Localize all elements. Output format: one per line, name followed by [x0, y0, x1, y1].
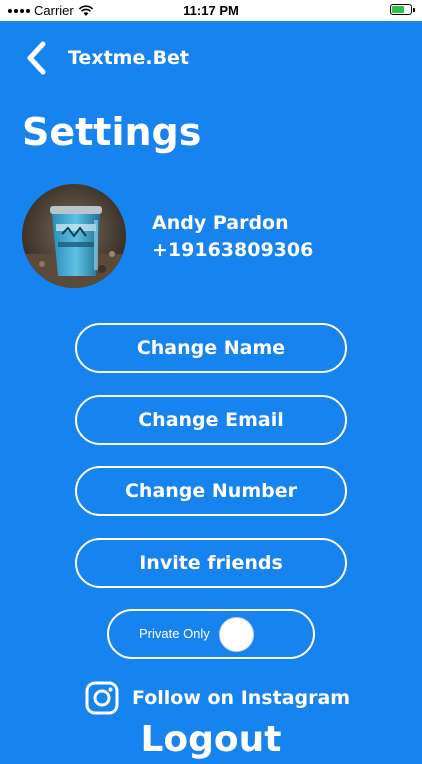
chevron-left-icon[interactable] [24, 40, 50, 76]
status-bar: Carrier 11:17 PM [0, 0, 422, 21]
change-number-button[interactable]: Change Number [75, 466, 347, 516]
avatar-photo [22, 184, 126, 288]
user-name: Andy Pardon [152, 212, 289, 234]
invite-friends-button[interactable]: Invite friends [75, 538, 347, 588]
page-title: Settings [22, 110, 202, 154]
private-only-label: Private Only [139, 626, 210, 641]
nav-title: Textme.Bet [68, 47, 190, 69]
user-phone: +19163809306 [152, 239, 314, 261]
private-only-toggle[interactable]: Private Only [107, 609, 315, 659]
instagram-icon [85, 681, 119, 715]
logout-button[interactable]: Logout [0, 716, 422, 764]
navigation-bar: Textme.Bet [24, 40, 189, 76]
instagram-label: Follow on Instagram [132, 687, 351, 709]
battery-icon [390, 4, 415, 15]
follow-instagram-link[interactable]: Follow on Instagram [85, 680, 350, 716]
user-info: Andy Pardon +19163809306 [152, 210, 313, 264]
avatar[interactable] [22, 184, 126, 288]
change-email-button[interactable]: Change Email [75, 395, 347, 445]
clock: 11:17 PM [183, 3, 239, 18]
battery-level-fill [392, 6, 404, 13]
change-name-button[interactable]: Change Name [75, 323, 347, 373]
toggle-knob[interactable] [219, 617, 254, 652]
